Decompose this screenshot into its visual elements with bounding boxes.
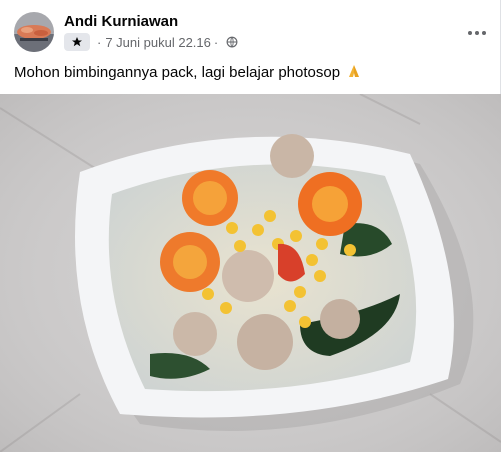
- post-header: Andi Kurniawan · 7 Juni pukul 22.16 ·: [14, 12, 494, 56]
- globe-icon[interactable]: [226, 36, 238, 48]
- meta-separator-2: ·: [213, 34, 219, 50]
- post-caption: Mohon bimbingannya pack, lagi belajar ph…: [14, 63, 362, 83]
- meta-separator: ·: [97, 34, 102, 50]
- post-meta: · 7 Juni pukul 22.16 ·: [64, 32, 238, 52]
- author-name[interactable]: Andi Kurniawan: [64, 13, 178, 30]
- caption-text: Mohon bimbingannya pack, lagi belajar ph…: [14, 64, 341, 81]
- post-card: Andi Kurniawan · 7 Juni pukul 22.16 · Mo…: [0, 0, 501, 452]
- avatar[interactable]: [14, 12, 54, 52]
- star-icon[interactable]: [64, 33, 90, 51]
- more-options-icon[interactable]: [462, 18, 492, 48]
- post-photo[interactable]: [0, 94, 501, 452]
- post-timestamp[interactable]: 7 Juni pukul 22.16: [105, 35, 211, 50]
- folded-hands-icon: [346, 63, 362, 83]
